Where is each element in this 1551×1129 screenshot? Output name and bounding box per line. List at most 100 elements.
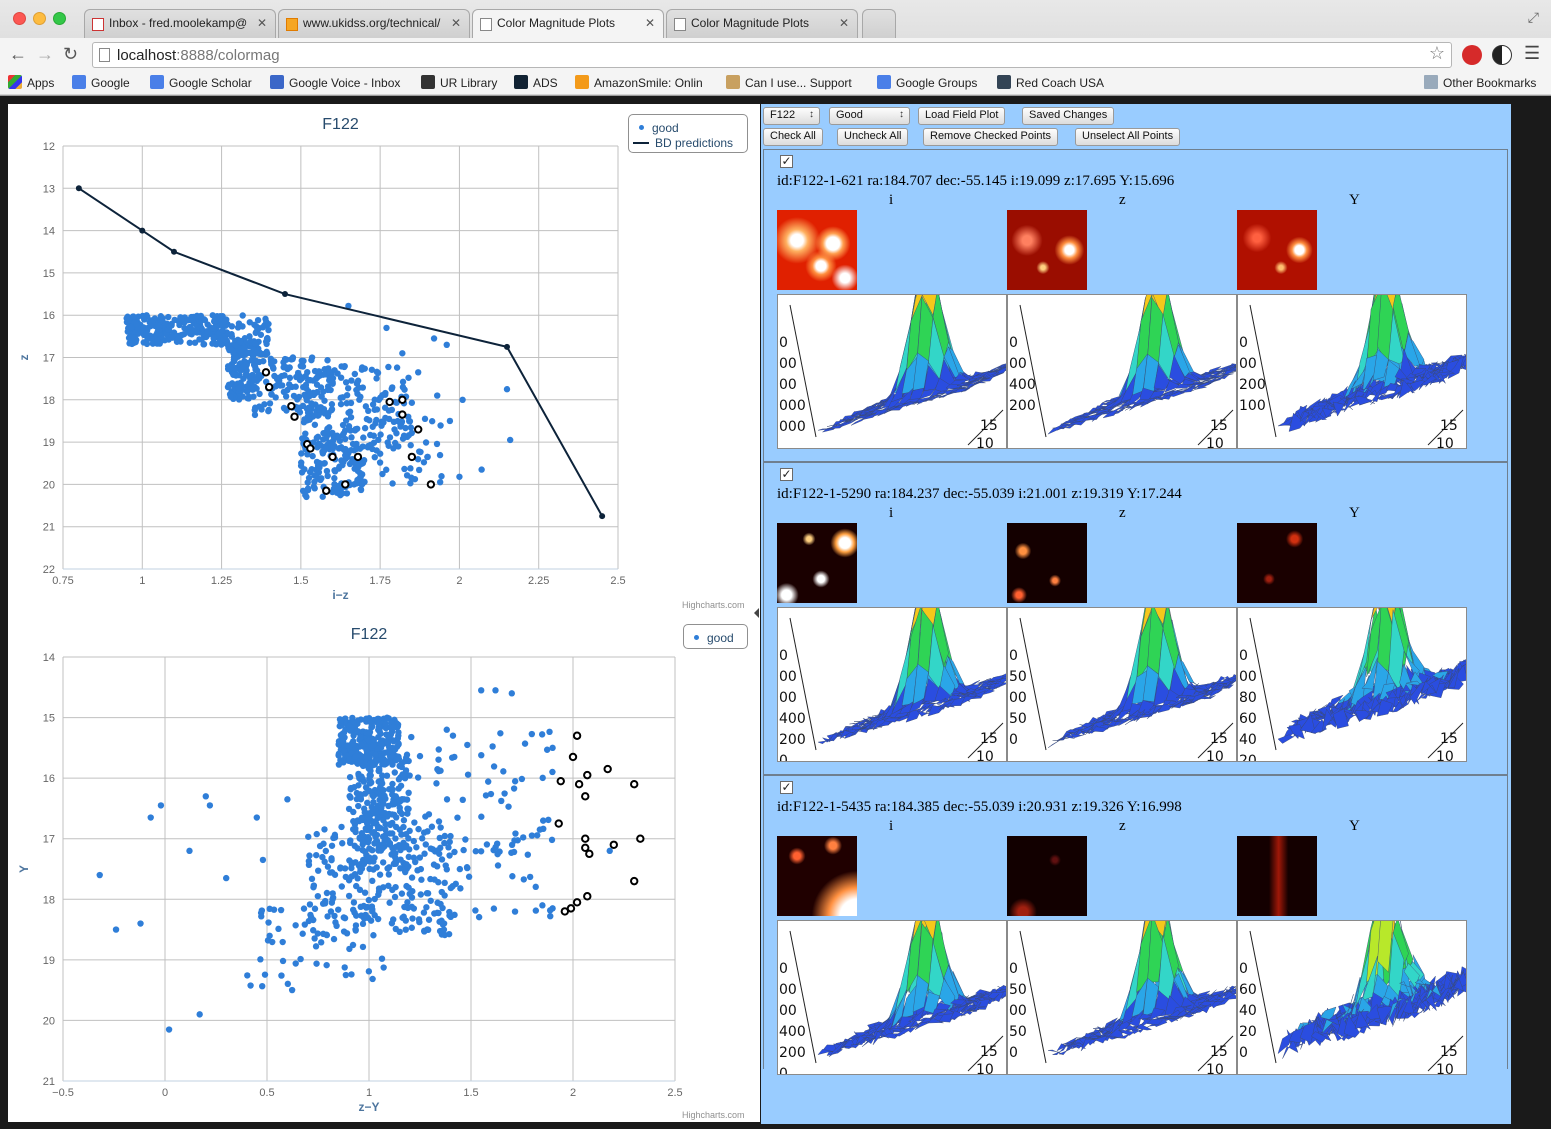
postage-stamp-image[interactable] — [1007, 523, 1087, 603]
bookmark-amazonsmile[interactable]: AmazonSmile: Onlin — [575, 75, 703, 90]
data-point — [323, 961, 330, 969]
zoom-window-button[interactable] — [53, 12, 66, 25]
surface-plot[interactable]: 0 00 00 400 200 0 15 10 — [777, 920, 1007, 1075]
object-checkbox[interactable]: ✓ — [780, 468, 793, 481]
bookmark-google-voice[interactable]: Google Voice - Inbox — [270, 75, 400, 90]
bookmark-other[interactable]: Other Bookmarks — [1424, 75, 1536, 90]
chart-zy-vs-y-svg[interactable]: F122 −0.5 0 0.5 1 1.5 2 2.5 14 15 16 17 18 19 20 21 z−Y Y — [8, 614, 760, 1122]
data-point — [360, 805, 368, 812]
object-checkbox[interactable]: ✓ — [780, 155, 793, 168]
legend-item-bd-predictions[interactable]: BD predictions — [633, 136, 733, 150]
postage-stamp-image[interactable] — [777, 210, 857, 290]
postage-stamp-image[interactable] — [1007, 836, 1087, 916]
legend-item-good[interactable]: good — [639, 121, 679, 135]
legend-item-good[interactable]: good — [694, 631, 734, 645]
stop-extension-icon[interactable] — [1462, 45, 1482, 65]
close-icon[interactable]: ✕ — [839, 16, 849, 30]
bookmark-ads[interactable]: ADS — [514, 75, 558, 90]
check-all-button[interactable]: Check All — [763, 128, 823, 146]
star-icon[interactable]: ☆ — [1429, 43, 1445, 64]
y-tick-label: 14 — [43, 226, 55, 238]
surface-plot[interactable]: 0 00 00 400 200 0 15 10 — [777, 607, 1007, 762]
unselect-all-points-button[interactable]: Unselect All Points — [1075, 128, 1181, 146]
postage-stamp-image[interactable] — [1237, 836, 1317, 916]
bookmark-ur-library[interactable]: UR Library — [421, 75, 497, 90]
bookmark-red-coach[interactable]: Red Coach USA — [997, 75, 1104, 90]
data-point — [349, 826, 357, 833]
chart-legend[interactable]: good — [683, 624, 748, 649]
surface-plot[interactable]: 0 00 200 100 15 10 — [1237, 294, 1467, 449]
data-point — [427, 897, 434, 904]
tab-color-magnitude[interactable]: Color Magnitude Plots ✕ — [666, 9, 858, 39]
postage-stamp-image[interactable] — [1007, 210, 1087, 290]
load-field-plot-button[interactable]: Load Field Plot — [918, 107, 1006, 125]
x-axis-label: i−z — [332, 588, 348, 602]
data-point — [375, 733, 382, 741]
data-point — [251, 340, 259, 347]
tab-color-magnitude-active[interactable]: Color Magnitude Plots ✕ — [472, 9, 664, 39]
address-bar[interactable]: localhost:8888/colormag ☆ — [92, 42, 1452, 68]
surface-facet — [1465, 985, 1466, 987]
saved-changes-button[interactable]: Saved Changes — [1022, 107, 1115, 125]
forward-icon[interactable]: → — [36, 44, 54, 65]
surface-plot[interactable]: 0 50 00 50 0 15 10 — [1007, 607, 1237, 762]
fullscreen-icon[interactable]: ⤢ — [1528, 9, 1539, 26]
postage-stamp-image[interactable] — [777, 523, 857, 603]
bookmark-google-groups[interactable]: Google Groups — [877, 75, 977, 90]
bookmark-google[interactable]: Google — [72, 75, 130, 90]
minimize-window-button[interactable] — [33, 12, 46, 25]
data-point — [235, 384, 243, 392]
surface-plot[interactable]: 0 60 40 20 0 15 10 — [1237, 920, 1467, 1075]
chart-legend[interactable]: good BD predictions — [628, 114, 748, 153]
back-icon[interactable]: ← — [9, 44, 27, 65]
postage-stamp-image[interactable] — [1237, 523, 1317, 603]
data-point — [198, 336, 205, 343]
bookmark-google-scholar[interactable]: Google Scholar — [150, 75, 252, 90]
postage-stamp-image[interactable] — [777, 836, 857, 916]
splitter-handle-icon[interactable] — [754, 608, 759, 618]
new-tab-button[interactable] — [862, 9, 896, 39]
menu-icon[interactable]: ☰ — [1524, 43, 1540, 64]
bookmark-caniuse[interactable]: Can I use... Support — [726, 75, 852, 90]
close-icon[interactable]: ✕ — [451, 16, 461, 30]
surface-plot[interactable]: 0 50 00 50 0 15 10 — [1007, 920, 1237, 1075]
remove-checked-points-button[interactable]: Remove Checked Points — [923, 128, 1059, 146]
bd-prediction-point — [75, 185, 82, 192]
y-tick-label: 20 — [43, 1015, 55, 1027]
reload-icon[interactable]: ↻ — [63, 44, 78, 65]
surface-plot[interactable]: 0 00 80 60 40 20 15 10 — [1237, 607, 1467, 762]
data-point — [154, 337, 161, 344]
data-point — [312, 390, 319, 397]
data-point — [329, 890, 336, 897]
data-point — [379, 772, 386, 779]
y-tick-label: 20 — [43, 479, 55, 491]
close-window-button[interactable] — [13, 12, 26, 25]
surface-y-tick: 15 — [980, 731, 998, 747]
surface-plot[interactable]: 0 00 00 000 000 15 10 — [777, 294, 1007, 449]
data-point — [357, 903, 364, 911]
data-point — [369, 877, 376, 885]
data-point — [375, 765, 383, 773]
data-point — [264, 336, 271, 343]
data-point — [343, 930, 351, 937]
contrast-extension-icon[interactable] — [1492, 45, 1512, 65]
object-checkbox[interactable]: ✓ — [780, 781, 793, 794]
field-select[interactable]: F122 — [763, 107, 820, 125]
highcharts-credit[interactable]: Highcharts.com — [682, 1110, 745, 1120]
close-icon[interactable]: ✕ — [257, 16, 267, 30]
close-icon[interactable]: ✕ — [645, 16, 655, 30]
data-point — [538, 731, 546, 738]
status-select[interactable]: Good — [829, 107, 910, 125]
tab-ukidss[interactable]: www.ukidss.org/technical/ ✕ — [278, 9, 470, 39]
chart-iz-vs-z-svg[interactable]: F122 0.75 1 1.25 1.5 1.75 2 2.25 2.5 12 13 14 15 16 17… — [8, 104, 760, 614]
highcharts-credit[interactable]: Highcharts.com — [682, 600, 745, 610]
surface-plot[interactable]: 0 00 400 200 15 10 — [1007, 294, 1237, 449]
surface-mesh — [817, 295, 1006, 433]
uncheck-all-button[interactable]: Uncheck All — [837, 128, 909, 146]
postage-stamp-image[interactable] — [1237, 210, 1317, 290]
bookmark-apps[interactable]: Apps — [8, 75, 54, 90]
data-point — [408, 894, 416, 901]
data-point — [465, 873, 473, 880]
tab-gmail[interactable]: Inbox - fred.moolekamp@ ✕ — [84, 9, 276, 39]
data-point — [303, 493, 310, 501]
